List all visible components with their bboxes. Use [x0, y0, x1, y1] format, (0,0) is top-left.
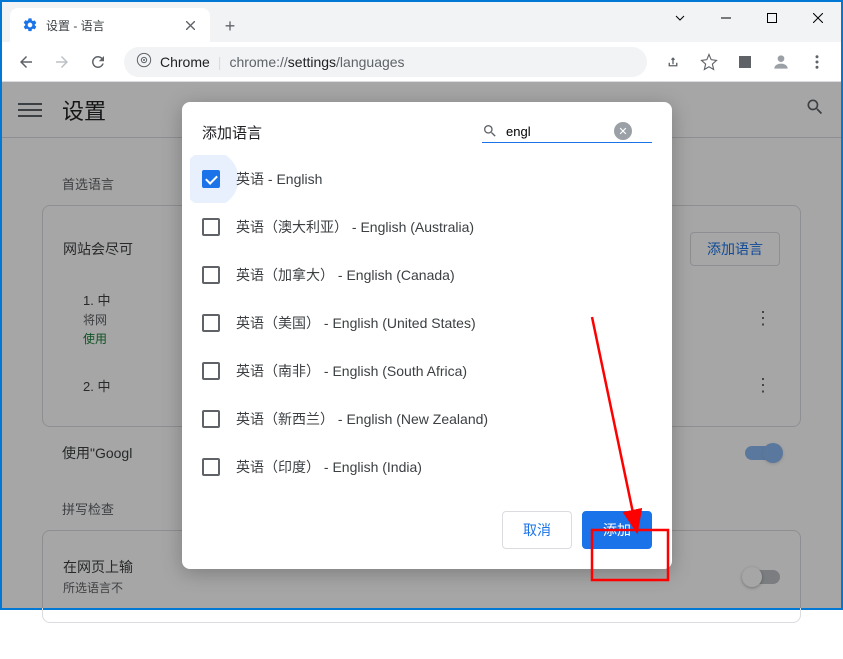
- language-option-label: 英语（澳大利亚） - English (Australia): [236, 217, 474, 237]
- language-option[interactable]: 英语（澳大利亚） - English (Australia): [190, 203, 664, 251]
- language-list[interactable]: 英语 - English 英语（澳大利亚） - English (Australi…: [182, 155, 672, 495]
- url-host: Chrome: [160, 54, 210, 70]
- language-option-label: 英语 - English: [236, 169, 322, 189]
- checkbox[interactable]: [202, 218, 220, 236]
- tab-title: 设置 - 语言: [46, 17, 105, 34]
- language-option[interactable]: 英语（印度） - English (India): [190, 443, 664, 491]
- checkbox[interactable]: [202, 170, 220, 188]
- language-option[interactable]: 英语（南非） - English (South Africa): [190, 347, 664, 395]
- checkbox[interactable]: [202, 314, 220, 332]
- language-option-label: 英语（新西兰） - English (New Zealand): [236, 409, 488, 429]
- checkbox[interactable]: [202, 458, 220, 476]
- url-page: settings: [288, 54, 336, 70]
- security-icon: [136, 52, 152, 71]
- add-language-dialog: 添加语言 ✕ 英语 - English 英语（澳大利亚） - English (A…: [182, 102, 672, 569]
- language-option[interactable]: 英语（美国） - English (United States): [190, 299, 664, 347]
- cancel-button[interactable]: 取消: [502, 511, 572, 549]
- language-option-label: 英语（美国） - English (United States): [236, 313, 476, 333]
- extensions-icon[interactable]: [729, 46, 761, 78]
- forward-button[interactable]: [46, 46, 78, 78]
- new-tab-button[interactable]: +: [216, 12, 244, 40]
- search-icon: [482, 123, 498, 139]
- language-option-label: 英语（南非） - English (South Africa): [236, 361, 467, 381]
- browser-tab[interactable]: 设置 - 语言: [10, 8, 210, 42]
- window-close[interactable]: [795, 2, 841, 34]
- profile-icon[interactable]: [765, 46, 797, 78]
- bookmark-icon[interactable]: [693, 46, 725, 78]
- browser-toolbar: Chrome | chrome:// settings /languages: [2, 42, 841, 82]
- language-option[interactable]: 英语（加拿大） - English (Canada): [190, 251, 664, 299]
- dialog-search[interactable]: ✕: [482, 122, 652, 143]
- window-maximize[interactable]: [749, 2, 795, 34]
- url-scheme: chrome://: [229, 54, 287, 70]
- dialog-title: 添加语言: [202, 122, 262, 143]
- language-option[interactable]: 英语 - English: [190, 155, 664, 203]
- language-option-label: 英语（印度） - English (India): [236, 457, 422, 477]
- checkbox[interactable]: [202, 410, 220, 428]
- checkbox[interactable]: [202, 362, 220, 380]
- menu-icon[interactable]: [801, 46, 833, 78]
- dialog-search-input[interactable]: [506, 124, 606, 139]
- clear-search-icon[interactable]: ✕: [614, 122, 632, 140]
- window-dropdown[interactable]: [657, 2, 703, 34]
- window-minimize[interactable]: [703, 2, 749, 34]
- url-subpath: /languages: [336, 54, 405, 70]
- language-option[interactable]: 英语（新西兰） - English (New Zealand): [190, 395, 664, 443]
- checkbox[interactable]: [202, 266, 220, 284]
- back-button[interactable]: [10, 46, 42, 78]
- tab-close-icon[interactable]: [182, 17, 198, 33]
- language-option-label: 英语（加拿大） - English (Canada): [236, 265, 455, 285]
- address-bar[interactable]: Chrome | chrome:// settings /languages: [124, 47, 647, 77]
- add-button[interactable]: 添加: [582, 511, 652, 549]
- url-separator: |: [218, 54, 222, 70]
- gear-icon: [22, 17, 38, 33]
- reload-button[interactable]: [82, 46, 114, 78]
- share-icon[interactable]: [657, 46, 689, 78]
